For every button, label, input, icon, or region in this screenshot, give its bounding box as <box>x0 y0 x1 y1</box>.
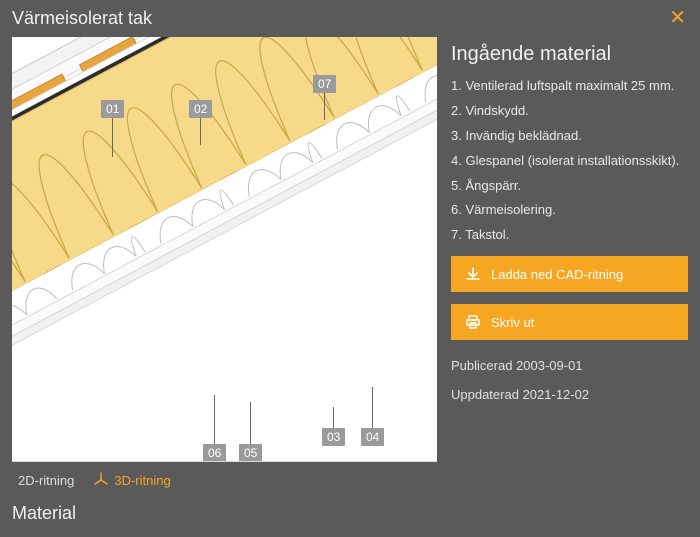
updated-meta: Uppdaterad 2021-12-02 <box>451 387 688 402</box>
section-material-header: Material <box>12 503 437 524</box>
callout-05: 05 <box>239 444 262 462</box>
tab-2d[interactable]: 2D-ritning <box>18 473 74 488</box>
materials-header: Ingående material <box>451 43 688 66</box>
callout-03: 03 <box>322 428 345 446</box>
tab-3d[interactable]: 3D-ritning <box>94 472 170 489</box>
callout-06: 06 <box>203 444 226 462</box>
print-icon <box>465 314 481 330</box>
list-item: 1. Ventilerad luftspalt maximalt 25 mm. <box>451 78 688 95</box>
callout-04: 04 <box>361 428 384 446</box>
list-item: 2. Vindskydd. <box>451 103 688 120</box>
list-item: 3. Invändig beklädnad. <box>451 128 688 145</box>
page-title: Värmeisolerat tak <box>12 8 152 29</box>
list-item: 5. Ångspärr. <box>451 178 688 195</box>
print-label: Skriv ut <box>491 315 534 330</box>
published-meta: Publicerad 2003-09-01 <box>451 358 688 373</box>
callout-07: 07 <box>313 75 336 93</box>
tab-2d-label: 2D-ritning <box>18 473 74 488</box>
callout-02: 02 <box>189 100 212 118</box>
list-item: 4. Glespanel (isolerat installationsskik… <box>451 153 688 170</box>
axes-3d-icon <box>94 472 108 489</box>
download-icon <box>465 266 481 282</box>
list-item: 7. Takstol. <box>451 227 688 244</box>
callout-01: 01 <box>101 100 124 118</box>
download-cad-button[interactable]: Ladda ned CAD-ritning <box>451 256 688 292</box>
list-item: 6. Värmeisolering. <box>451 202 688 219</box>
roof-diagram-svg <box>12 37 437 462</box>
download-label: Ladda ned CAD-ritning <box>491 267 623 282</box>
close-icon[interactable]: ✕ <box>669 8 688 28</box>
print-button[interactable]: Skriv ut <box>451 304 688 340</box>
materials-list: 1. Ventilerad luftspalt maximalt 25 mm. … <box>451 78 688 244</box>
drawing-tabs: 2D-ritning 3D-ritning <box>12 462 437 489</box>
drawing-panel: 01 02 07 03 04 05 06 <box>12 37 437 462</box>
tab-3d-label: 3D-ritning <box>114 473 170 488</box>
